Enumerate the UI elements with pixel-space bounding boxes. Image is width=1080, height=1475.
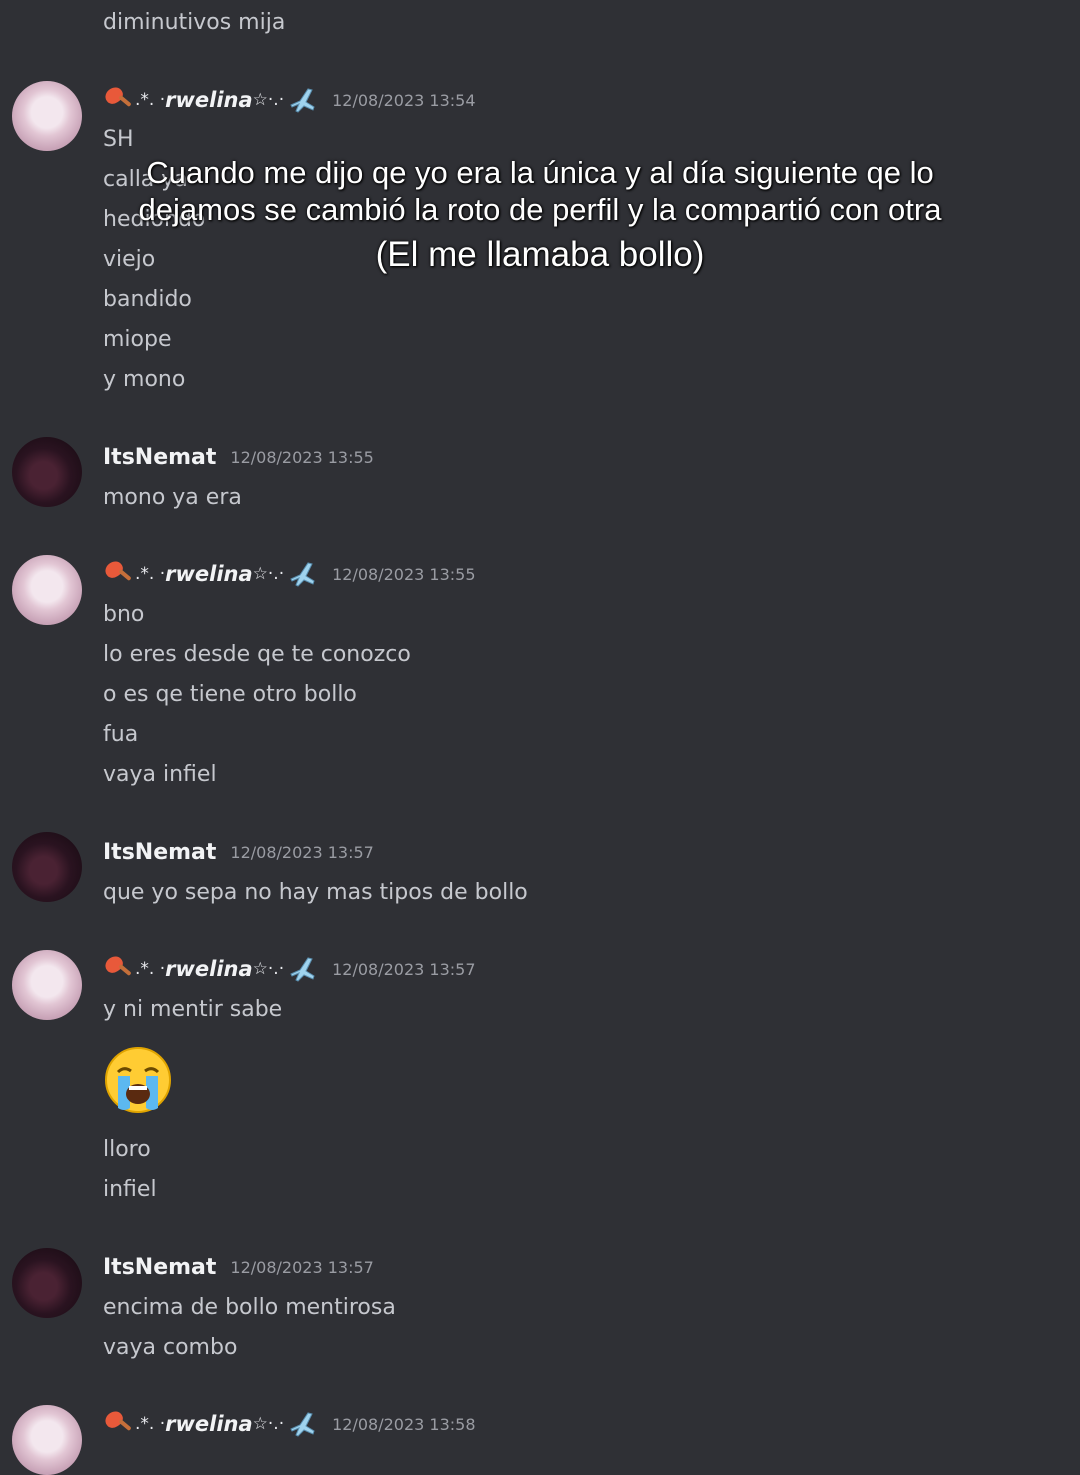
timestamp: 12/08/2023 13:57 — [332, 959, 476, 979]
overlay-caption-line: dejamos se cambió la roto de perfil y la… — [138, 192, 942, 227]
message-line: lo eres desde qe te conozco — [103, 642, 411, 667]
message-line: o es qe tiene otro bollo — [103, 682, 357, 707]
avatar[interactable] — [12, 1248, 82, 1318]
airplane-icon — [288, 1409, 318, 1439]
message-line: SH — [103, 127, 134, 152]
username[interactable]: .*. · rwelina ☆·.· — [102, 1408, 318, 1439]
timestamp: 12/08/2023 13:57 — [230, 842, 374, 862]
message-line: vaya combo — [103, 1335, 238, 1360]
spoon-icon — [102, 84, 133, 115]
message-header: .*. · rwelina ☆·.· 12/08/2023 13:55 — [102, 557, 476, 591]
message-line: y ni mentir sabe — [103, 997, 283, 1022]
username[interactable]: .*. · rwelina ☆·.· — [102, 558, 318, 589]
timestamp: 12/08/2023 13:54 — [332, 90, 476, 110]
username[interactable]: .*. · rwelina ☆·.· — [102, 953, 318, 984]
message-line: bno — [103, 602, 145, 627]
avatar[interactable] — [12, 555, 82, 625]
username[interactable]: ItsNemat — [103, 840, 216, 865]
overlay-caption-line: (El me llamaba bollo) — [375, 235, 705, 274]
avatar[interactable] — [12, 81, 82, 151]
message-line: que yo sepa no hay mas tipos de bollo — [103, 880, 528, 905]
airplane-icon — [288, 954, 318, 984]
message-line: vaya infiel — [103, 762, 217, 787]
airplane-icon — [288, 559, 318, 589]
timestamp: 12/08/2023 13:55 — [230, 447, 374, 467]
username[interactable]: .*. · rwelina ☆·.· — [102, 84, 318, 115]
avatar[interactable] — [12, 437, 82, 507]
spoon-icon — [102, 558, 133, 589]
message-line: encima de bollo mentirosa — [103, 1295, 396, 1320]
timestamp: 12/08/2023 13:57 — [230, 1257, 374, 1277]
message-header: ItsNemat 12/08/2023 13:57 — [103, 835, 374, 869]
username[interactable]: ItsNemat — [103, 1255, 216, 1280]
message-line: miope — [103, 327, 172, 352]
message-line: fua — [103, 722, 139, 747]
timestamp: 12/08/2023 13:58 — [332, 1414, 476, 1434]
message-line: mono ya era — [103, 485, 242, 510]
message-line: infiel — [103, 1177, 157, 1202]
message-header: .*. · rwelina ☆·.· 12/08/2023 13:58 — [102, 1407, 476, 1441]
message-header: ItsNemat 12/08/2023 13:55 — [103, 440, 374, 474]
timestamp: 12/08/2023 13:55 — [332, 564, 476, 584]
message-line: diminutivos mija — [103, 10, 286, 35]
message-header: .*. · rwelina ☆·.· 12/08/2023 13:57 — [102, 952, 476, 986]
avatar[interactable] — [12, 832, 82, 902]
airplane-icon — [288, 85, 318, 115]
loudly-crying-face-icon — [105, 1047, 171, 1113]
message-header: .*. · rwelina ☆·.· 12/08/2023 13:54 — [102, 83, 476, 117]
spoon-icon — [102, 1408, 133, 1439]
message-line: bandido — [103, 287, 192, 312]
avatar[interactable] — [12, 1405, 82, 1475]
message-line: y mono — [103, 367, 186, 392]
overlay-caption-line: Cuando me dijo qe yo era la única y al d… — [146, 155, 934, 190]
username[interactable]: ItsNemat — [103, 445, 216, 470]
message-line: lloro — [103, 1137, 151, 1162]
message-header: ItsNemat 12/08/2023 13:57 — [103, 1250, 374, 1284]
avatar[interactable] — [12, 950, 82, 1020]
spoon-icon — [102, 953, 133, 984]
